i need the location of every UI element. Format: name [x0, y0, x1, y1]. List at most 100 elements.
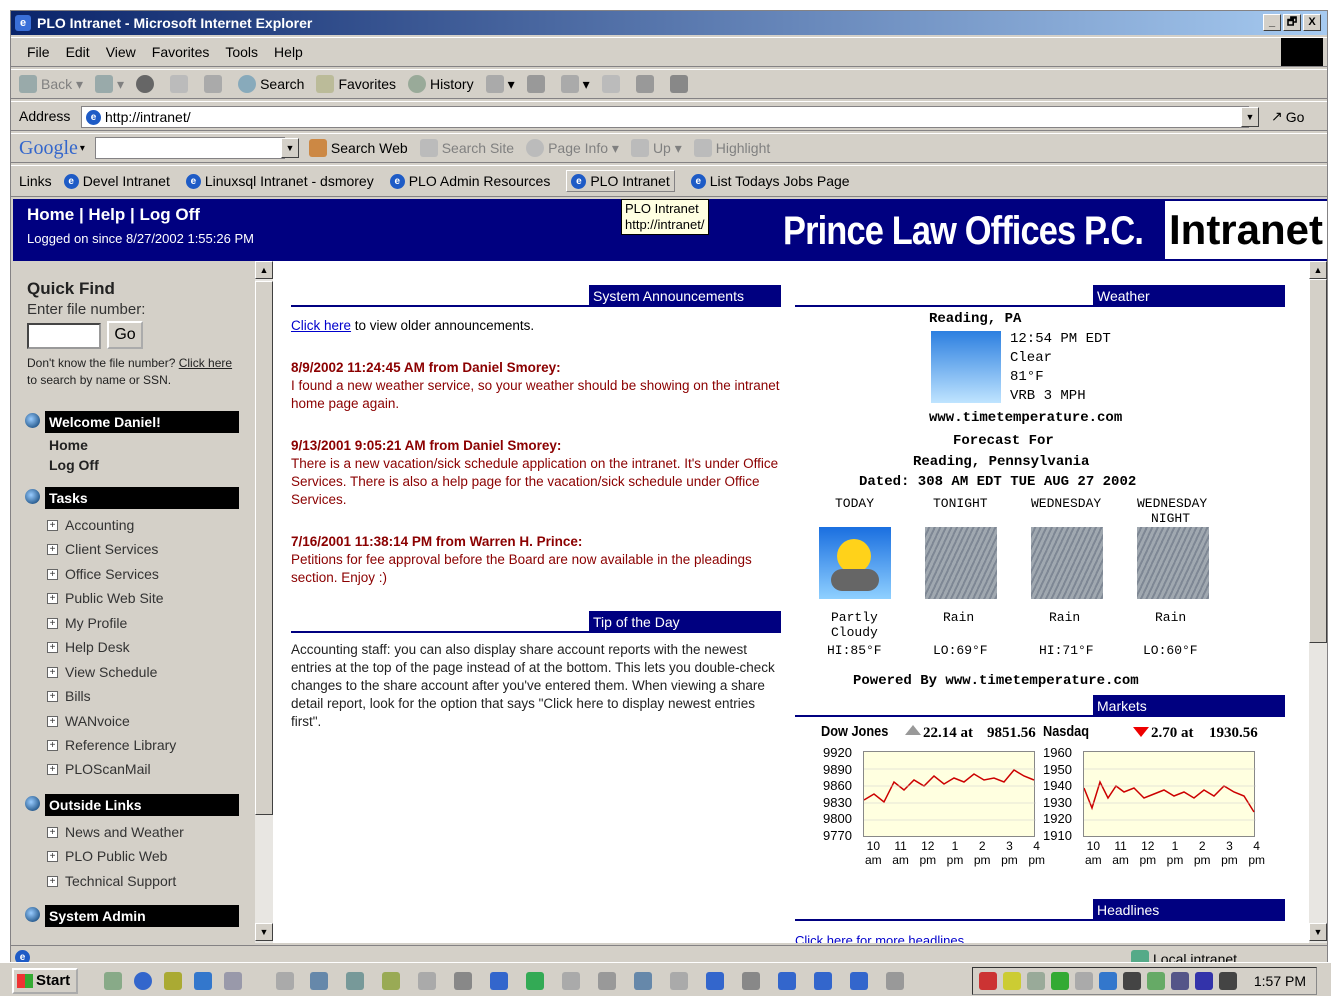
tray-icon[interactable] — [1123, 972, 1141, 990]
weather-site[interactable]: www.timetemperature.com — [929, 410, 1122, 426]
tree-item-technical-support[interactable]: + Technical Support — [47, 873, 176, 889]
taskbar-app-icon[interactable] — [346, 972, 364, 990]
highlight-button[interactable]: Highlight — [693, 139, 770, 157]
taskbar-app-icon[interactable] — [814, 972, 832, 990]
taskbar-app-icon[interactable] — [850, 972, 868, 990]
refresh-button[interactable] — [170, 75, 192, 93]
menu-view[interactable]: View — [106, 44, 136, 60]
tray-icon[interactable] — [1027, 972, 1045, 990]
minimize-button[interactable]: _ — [1263, 14, 1281, 31]
link-plo-intranet[interactable]: e PLO Intranet — [566, 170, 675, 192]
tree-item-client-services[interactable]: + Client Services — [47, 541, 158, 557]
more-headlines-link[interactable]: Click here for more headlines — [795, 933, 964, 943]
tree-item-plo-public-web[interactable]: + PLO Public Web — [47, 848, 167, 864]
tray-icon[interactable] — [1195, 972, 1213, 990]
search-web-button[interactable]: Search Web — [308, 139, 408, 157]
print-button[interactable] — [526, 75, 549, 93]
tree-item-reference-library[interactable]: + Reference Library — [47, 737, 176, 753]
tray-icon[interactable] — [1051, 972, 1069, 990]
link-devel-intranet[interactable]: e Devel Intranet — [63, 173, 170, 189]
taskbar-app-icon[interactable] — [742, 972, 760, 990]
taskbar-app-icon[interactable] — [778, 972, 796, 990]
tray-icon[interactable] — [1219, 972, 1237, 990]
taskbar-app-icon[interactable] — [526, 972, 544, 990]
go-button[interactable]: ↗ Go — [1271, 108, 1304, 125]
google-dropdown-button[interactable]: ▼ — [280, 138, 299, 158]
weather-powered-by[interactable]: Powered By www.timetemperature.com — [853, 673, 1139, 689]
forward-button[interactable]: ▾ — [95, 75, 124, 93]
menu-favorites[interactable]: Favorites — [152, 44, 210, 60]
taskbar-app-icon[interactable] — [598, 972, 616, 990]
scroll-up-button[interactable]: ▲ — [1309, 261, 1327, 279]
stop-button[interactable] — [136, 75, 158, 93]
taskbar-app-icon[interactable] — [886, 972, 904, 990]
start-button[interactable]: Start — [12, 968, 78, 994]
scroll-thumb[interactable] — [255, 281, 273, 815]
menu-file[interactable]: File — [27, 44, 50, 60]
scroll-down-button[interactable]: ▼ — [1309, 923, 1327, 941]
address-input[interactable]: e http://intranet/ — [81, 106, 1249, 128]
google-search-input[interactable] — [94, 137, 285, 159]
older-announcements-link[interactable]: Click here — [291, 318, 351, 333]
up-button[interactable]: Up ▾ — [630, 139, 682, 157]
link-linuxsql-intranet[interactable]: e Linuxsql Intranet - dsmorey — [185, 173, 374, 189]
tree-item-accounting[interactable]: + Accounting — [47, 517, 134, 533]
taskbar-app-icon[interactable] — [634, 972, 652, 990]
taskbar-app-icon[interactable] — [562, 972, 580, 990]
google-logo[interactable]: Google — [19, 137, 78, 160]
search-by-name-link[interactable]: Click here — [179, 356, 232, 370]
home-link[interactable]: Home — [49, 437, 88, 453]
taskbar-app-icon[interactable] — [706, 972, 724, 990]
tree-item-bills[interactable]: + Bills — [47, 688, 91, 704]
logoff-link[interactable]: Log Off — [49, 457, 99, 473]
page-info-button[interactable]: Page Info ▾ — [526, 139, 619, 157]
scroll-thumb[interactable] — [1309, 279, 1327, 643]
discuss-button[interactable] — [601, 75, 624, 93]
tree-item-news-weather[interactable]: + News and Weather — [47, 824, 184, 840]
tray-icon[interactable] — [1147, 972, 1165, 990]
tray-icon[interactable] — [1075, 972, 1093, 990]
tree-item-office-services[interactable]: + Office Services — [47, 566, 159, 582]
menu-help[interactable]: Help — [274, 44, 303, 60]
tray-icon[interactable] — [1003, 972, 1021, 990]
mail-button[interactable]: ▾ — [485, 75, 515, 93]
ie-icon[interactable] — [134, 972, 152, 990]
quicklaunch-icon[interactable] — [224, 972, 242, 990]
taskbar-app-icon[interactable] — [382, 972, 400, 990]
home-button[interactable] — [204, 75, 226, 93]
tree-item-public-web-site[interactable]: + Public Web Site — [47, 590, 164, 606]
taskbar-app-icon[interactable] — [454, 972, 472, 990]
taskbar-app-icon[interactable] — [490, 972, 508, 990]
taskbar-app-icon[interactable] — [418, 972, 436, 990]
quicklaunch-icon[interactable] — [164, 972, 182, 990]
header-nav[interactable]: Home | Help | Log Off — [27, 205, 200, 225]
scroll-up-button[interactable]: ▲ — [255, 261, 273, 279]
sidebar-scrollbar[interactable]: ▲ ▼ — [255, 261, 273, 943]
link-plo-admin-resources[interactable]: e PLO Admin Resources — [389, 173, 550, 189]
tree-item-help-desk[interactable]: + Help Desk — [47, 639, 130, 655]
address-dropdown-button[interactable]: ▼ — [1241, 107, 1259, 127]
menu-edit[interactable]: Edit — [66, 44, 90, 60]
search-button[interactable]: Search — [238, 75, 304, 93]
quicklaunch-icon[interactable] — [194, 972, 212, 990]
history-button[interactable]: History — [408, 75, 474, 93]
users-button[interactable] — [669, 75, 692, 93]
tray-icon[interactable] — [1099, 972, 1117, 990]
edit-button[interactable]: ▾ — [560, 75, 590, 93]
tray-icon[interactable] — [979, 972, 997, 990]
page-scrollbar[interactable]: ▲ ▼ — [1309, 261, 1327, 943]
scroll-down-button[interactable]: ▼ — [255, 923, 273, 941]
tree-item-wanvoice[interactable]: + WANvoice — [47, 713, 130, 729]
quick-find-go-button[interactable]: Go — [107, 321, 143, 349]
clock[interactable]: 1:57 PM — [1254, 973, 1306, 989]
search-site-button[interactable]: Search Site — [419, 139, 514, 157]
tray-icon[interactable] — [1171, 972, 1189, 990]
taskbar-app-icon[interactable] — [310, 972, 328, 990]
quicklaunch-icon[interactable] — [104, 972, 122, 990]
taskbar-app-icon[interactable] — [670, 972, 688, 990]
tree-item-my-profile[interactable]: + My Profile — [47, 615, 127, 631]
close-button[interactable]: X — [1303, 14, 1321, 31]
tree-item-ploscanmail[interactable]: + PLOScanMail — [47, 761, 151, 777]
back-button[interactable]: Back ▾ — [19, 75, 83, 93]
menu-tools[interactable]: Tools — [225, 44, 258, 60]
